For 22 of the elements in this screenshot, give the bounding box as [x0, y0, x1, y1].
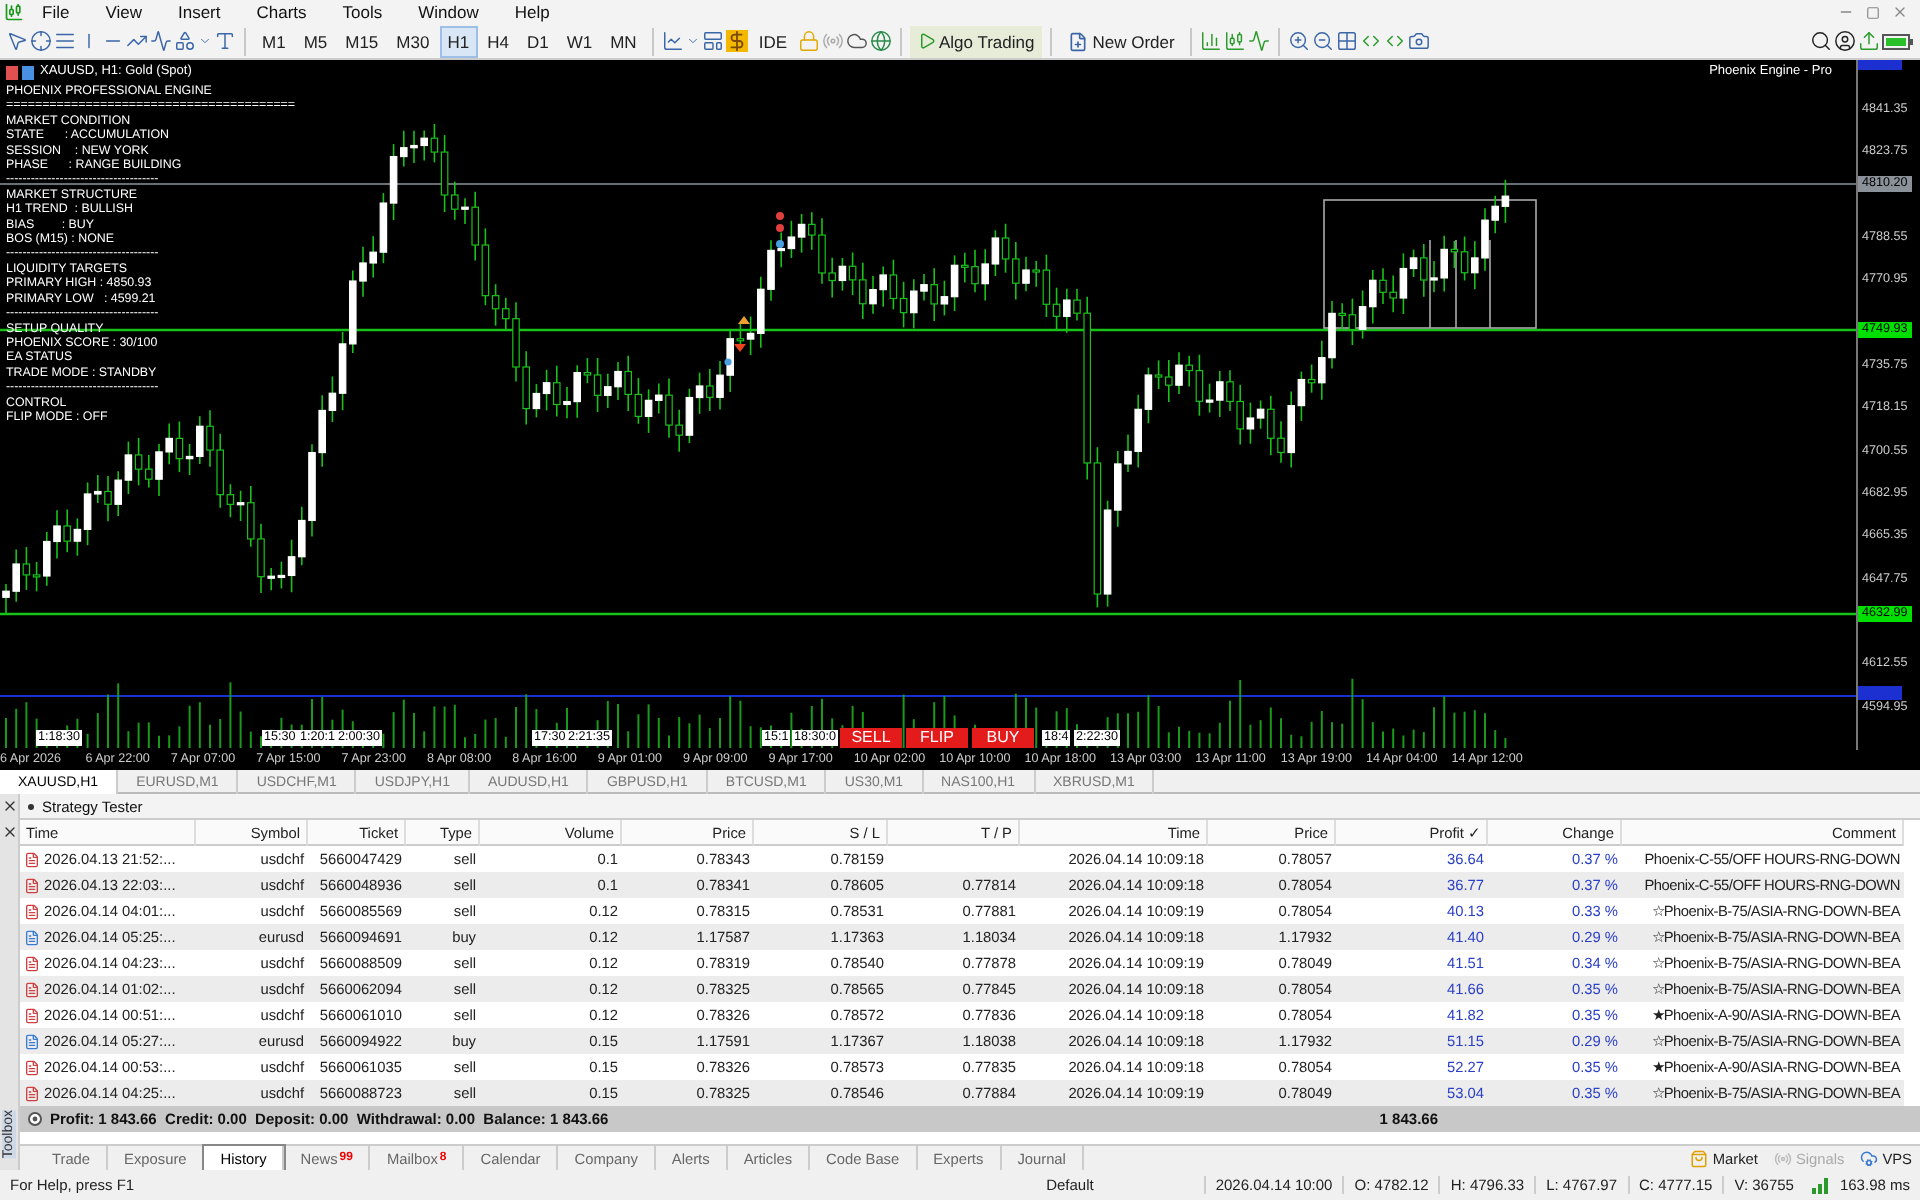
ide-button[interactable]: IDE — [750, 25, 795, 57]
trade-button[interactable]: SELL — [840, 728, 902, 748]
timeframe-button[interactable]: W1 — [558, 25, 601, 57]
timeframe-button[interactable]: H1 — [439, 25, 478, 57]
menu-item[interactable]: Help — [496, 0, 568, 24]
timeframe-button[interactable]: M5 — [295, 25, 336, 57]
menu-item[interactable]: Window — [400, 0, 497, 24]
menu-item[interactable]: View — [87, 0, 160, 24]
menu-item[interactable]: Tools — [324, 0, 401, 24]
new-order-button[interactable]: New Order — [1060, 25, 1183, 57]
menu-item[interactable]: Charts — [238, 0, 325, 24]
timeframe-button[interactable]: M15 — [337, 25, 387, 57]
trade-button[interactable]: FLIP — [906, 728, 968, 748]
timeframe-button[interactable]: M1 — [254, 25, 294, 57]
timeframe-button[interactable]: M30 — [388, 25, 438, 57]
timeframe-button[interactable]: H4 — [479, 25, 517, 57]
menu-item[interactable]: Insert — [159, 0, 239, 24]
timeframe-button[interactable]: MN — [602, 25, 645, 57]
trade-button[interactable]: BUY — [972, 728, 1034, 748]
timeframe-button[interactable]: D1 — [518, 25, 557, 57]
algo-trading-button[interactable]: Algo Trading — [909, 25, 1043, 57]
menu-item[interactable]: File — [24, 0, 88, 24]
